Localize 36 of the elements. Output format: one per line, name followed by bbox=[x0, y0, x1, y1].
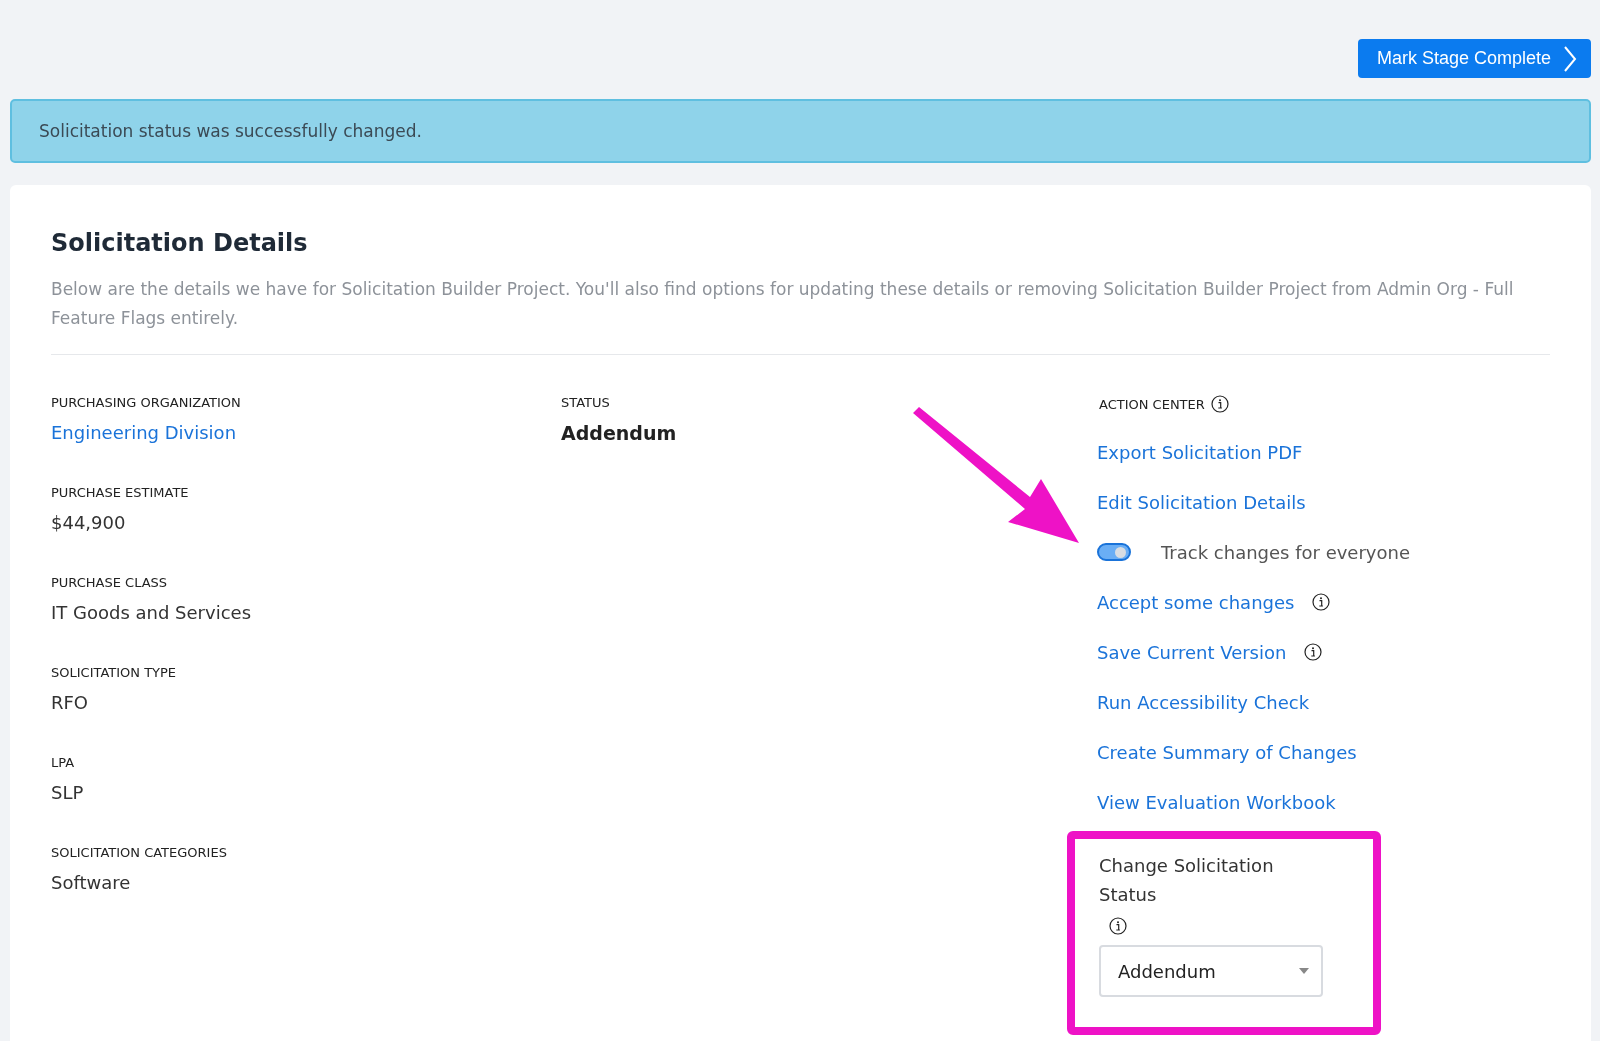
toggle-label: Track changes for everyone bbox=[1161, 541, 1410, 563]
action-center-title: ACTION CENTER bbox=[1099, 396, 1205, 412]
alert-message: Solicitation status was successfully changed. bbox=[39, 121, 422, 141]
section-description: Below are the details we have for Solicitation Builder Project. You'll also find options for updating these details or removing Solicitation Builder Project from Admin Org - Full Feature Flags entirely. bbox=[51, 275, 1550, 355]
field-label: STATUS bbox=[561, 395, 611, 410]
field-label: LPA bbox=[51, 755, 76, 770]
status-value: Addendum bbox=[561, 422, 678, 444]
field-label: PURCHASING ORGANIZATION bbox=[51, 395, 242, 410]
info-icon[interactable] bbox=[1312, 593, 1331, 611]
field-label: PURCHASE CLASS bbox=[51, 575, 169, 590]
action-link[interactable]: Run Accessibility Check bbox=[1097, 691, 1310, 713]
action-link[interactable]: Create Summary of Changes bbox=[1097, 741, 1357, 763]
info-icon[interactable] bbox=[1210, 395, 1229, 413]
field-label: PURCHASE ESTIMATE bbox=[51, 485, 190, 500]
info-icon[interactable] bbox=[1109, 917, 1127, 935]
action-link[interactable]: Accept some changes bbox=[1097, 591, 1295, 613]
field-label: SOLICITATION TYPE bbox=[51, 665, 178, 680]
field-link[interactable]: Engineering Division bbox=[51, 422, 237, 443]
field-value: Software bbox=[51, 872, 132, 893]
section-title: Solicitation Details bbox=[51, 229, 309, 257]
field-value: IT Goods and Services bbox=[51, 602, 252, 623]
action-link[interactable]: Edit Solicitation Details bbox=[1097, 491, 1306, 513]
action-link[interactable]: Save Current Version bbox=[1097, 641, 1287, 663]
dropdown-caret-icon bbox=[1299, 968, 1309, 974]
field-value: SLP bbox=[51, 782, 85, 803]
field-value: RFO bbox=[51, 692, 90, 713]
toggle-switch[interactable] bbox=[1097, 543, 1131, 561]
change-status-label: Change Solicitation Status bbox=[1099, 854, 1275, 907]
chevron-right-icon bbox=[1563, 45, 1577, 72]
action-link[interactable]: View Evaluation Workbook bbox=[1097, 791, 1336, 813]
action-link[interactable]: Export Solicitation PDF bbox=[1097, 441, 1303, 463]
mark-stage-complete-button[interactable]: Mark Stage Complete bbox=[1357, 39, 1591, 78]
field-value: $44,900 bbox=[51, 512, 127, 533]
info-icon[interactable] bbox=[1304, 643, 1323, 661]
field-label: SOLICITATION CATEGORIES bbox=[51, 845, 228, 860]
status-select[interactable]: Addendum bbox=[1099, 945, 1323, 997]
